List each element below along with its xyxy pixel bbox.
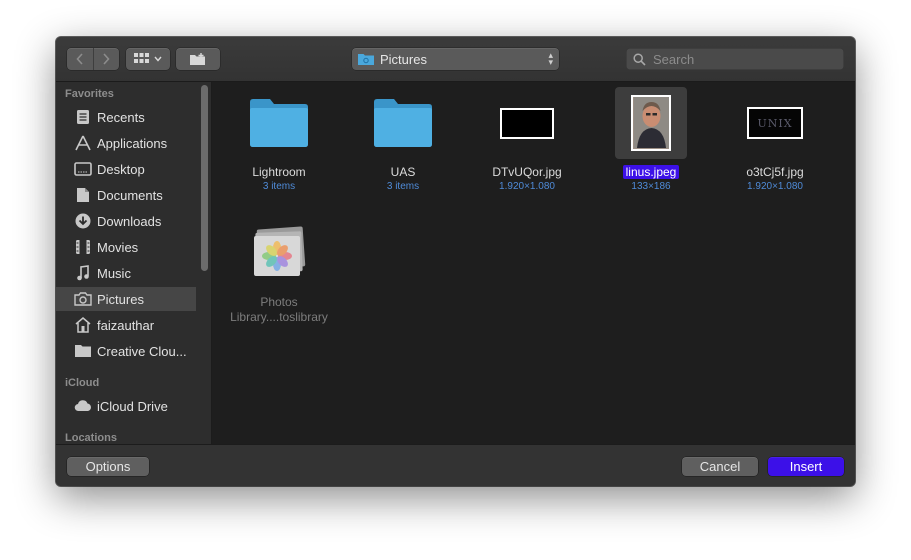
file-name-line-2: Library....toslibrary: [230, 310, 328, 324]
insert-button[interactable]: Insert: [768, 457, 844, 476]
sidebar-item-home[interactable]: faizauthar: [56, 313, 196, 337]
new-folder-button[interactable]: [176, 48, 220, 70]
music-icon: [73, 264, 93, 282]
sidebar-item-applications[interactable]: Applications: [56, 131, 196, 155]
sidebar: Favorites Recents Applications Desktop D…: [56, 82, 212, 444]
sidebar-heading-icloud: iCloud: [65, 377, 100, 389]
sidebar-item-label: Creative Clou...: [97, 343, 187, 359]
sidebar-item-music[interactable]: Music: [56, 261, 196, 285]
folder-icon: [73, 342, 93, 360]
sidebar-item-label: faizauthar: [97, 317, 155, 333]
thumbnail-text: UNIX: [757, 116, 793, 130]
search-input[interactable]: [653, 51, 833, 67]
sidebar-heading-locations: Locations: [65, 432, 117, 444]
file-item-folder[interactable]: UAS 3 items: [341, 87, 465, 193]
folder-thumbnail: [243, 87, 315, 159]
nav-back-forward-group: [67, 48, 119, 70]
chevron-left-icon: [76, 53, 83, 65]
sidebar-item-label: Movies: [97, 239, 139, 255]
file-meta: 133×186: [631, 181, 671, 192]
file-meta: 3 items: [386, 181, 420, 192]
view-mode-button[interactable]: [126, 48, 170, 70]
scrollbar-thumb[interactable]: [201, 85, 208, 271]
options-button[interactable]: Options: [67, 457, 149, 476]
folder-icon: [250, 99, 308, 147]
file-meta: 3 items: [262, 181, 296, 192]
file-item-folder[interactable]: Lightroom 3 items: [217, 87, 341, 193]
photos-library-thumbnail: [243, 217, 315, 289]
sidebar-scrollbar[interactable]: [199, 82, 210, 444]
sidebar-item-label: Pictures: [97, 291, 144, 307]
desktop-icon: [73, 160, 93, 178]
file-name: o3tCj5f.jpg: [746, 165, 804, 179]
selected-file-name: linus.jpeg: [622, 165, 680, 179]
sidebar-item-desktop[interactable]: Desktop: [56, 157, 196, 181]
unix-image-preview: UNIX: [747, 107, 803, 139]
chevron-down-icon: [154, 56, 162, 62]
location-popup[interactable]: Pictures ▴ ▾: [352, 48, 559, 70]
new-folder-icon: [190, 52, 205, 65]
sidebar-item-pictures[interactable]: Pictures: [56, 287, 196, 311]
sidebar-item-icloud-drive[interactable]: iCloud Drive: [56, 394, 196, 418]
folder-icon: [374, 99, 432, 147]
sidebar-item-label: Music: [97, 265, 131, 281]
chevron-right-icon: [103, 53, 110, 65]
cancel-button[interactable]: Cancel: [682, 457, 758, 476]
image-thumbnail: [615, 87, 687, 159]
file-item-image[interactable]: UNIX o3tCj5f.jpg 1.920×1.080: [713, 87, 837, 193]
camera-icon: [73, 290, 93, 308]
updown-arrows-icon: ▴ ▾: [548, 50, 553, 67]
file-name: UAS: [390, 165, 416, 179]
photos-library-icon: [254, 226, 306, 276]
image-thumbnail: UNIX: [739, 87, 811, 159]
pictures-folder-icon: [358, 54, 374, 65]
bottom-bar: Options Cancel Insert: [56, 444, 855, 486]
sidebar-item-movies[interactable]: Movies: [56, 235, 196, 259]
sidebar-item-label: Recents: [97, 109, 145, 125]
sidebar-item-label: Applications: [97, 135, 168, 151]
file-name: linus.jpeg: [589, 165, 713, 180]
file-name: Lightroom: [252, 165, 306, 179]
search-icon: [633, 52, 646, 66]
sidebar-item-downloads[interactable]: Downloads: [56, 209, 196, 233]
home-icon: [73, 316, 93, 334]
file-item-image[interactable]: DTvUQor.jpg 1.920×1.080: [465, 87, 589, 193]
sidebar-item-label: iCloud Drive: [97, 398, 168, 414]
documents-icon: [73, 186, 93, 204]
black-image-preview: [500, 107, 554, 139]
sidebar-item-label: Documents: [97, 187, 163, 203]
toolbar: Pictures ▴ ▾: [56, 37, 855, 82]
movies-icon: [73, 238, 93, 256]
file-browser: Lightroom 3 items UAS 3 items DTvUQor.jp…: [212, 82, 855, 444]
file-meta: 1.920×1.080: [499, 181, 555, 192]
file-name: Photos Library....toslibrary: [217, 295, 341, 325]
image-thumbnail: [491, 87, 563, 159]
portrait-photo-preview: [631, 95, 671, 151]
file-name-line-1: Photos: [260, 295, 298, 309]
file-picker-dialog: Pictures ▴▾ Favorites Recents Applicatio…: [56, 37, 855, 486]
search-field[interactable]: [626, 48, 844, 70]
file-item-photos-library[interactable]: Photos Library....toslibrary: [217, 217, 341, 325]
applications-icon: [73, 134, 93, 152]
file-meta: 1.920×1.080: [747, 181, 803, 192]
sidebar-item-documents[interactable]: Documents: [56, 183, 196, 207]
recents-icon: [73, 108, 93, 126]
location-label: Pictures: [380, 51, 427, 67]
sidebar-item-label: Downloads: [97, 213, 162, 229]
grid-view-icon: [134, 53, 149, 63]
downloads-icon: [73, 212, 93, 230]
sidebar-item-label: Desktop: [97, 161, 145, 177]
folder-thumbnail: [367, 87, 439, 159]
back-button[interactable]: [67, 48, 93, 70]
file-name: DTvUQor.jpg: [492, 165, 562, 179]
file-item-image-selected[interactable]: linus.jpeg 133×186: [589, 87, 713, 193]
forward-button[interactable]: [92, 48, 120, 70]
cloud-icon: [73, 397, 93, 415]
sidebar-item-creative-cloud[interactable]: Creative Clou...: [56, 339, 196, 363]
sidebar-heading-favorites: Favorites: [65, 88, 114, 100]
sidebar-item-recents[interactable]: Recents: [56, 105, 196, 129]
